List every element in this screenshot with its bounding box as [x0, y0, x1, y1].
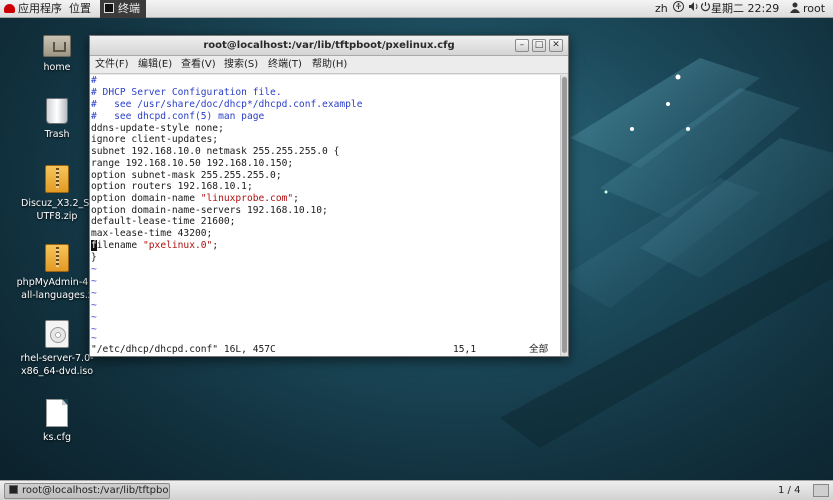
menu-edit[interactable]: 编辑(E)	[138, 56, 172, 74]
desktop-icon-label-line2: UTF8.zip	[36, 211, 78, 222]
applications-menu[interactable]: 应用程序	[4, 0, 62, 18]
code-line: subnet 192.168.10.0 netmask 255.255.255.…	[91, 146, 340, 157]
text-cursor: f	[91, 240, 97, 251]
code-line: option domain-name "linuxprobe.com";	[91, 193, 299, 204]
text-file-icon	[46, 399, 68, 427]
desktop-icon-label-line1: rhel-server-7.0-	[20, 353, 94, 364]
empty-line-marker: ~	[91, 276, 97, 287]
code-line: # DHCP Server Configuration file.	[91, 87, 282, 98]
user-icon	[790, 2, 800, 13]
code-line: # see dhcpd.conf(5) man page	[91, 111, 265, 122]
desktop-icon-label-line1: phpMyAdmin-4.7	[16, 277, 98, 288]
terminal-menubar: 文件(F) 编辑(E) 查看(V) 搜索(S) 终端(T) 帮助(H)	[90, 56, 568, 74]
desktop-icon-discuz-zip[interactable]: Discuz_X3.2_S( UTF8.zip	[13, 165, 101, 223]
menu-search[interactable]: 搜索(S)	[224, 56, 258, 74]
terminal-window: root@localhost:/var/lib/tftpboot/pxelinu…	[89, 35, 569, 357]
volume-icon[interactable]	[688, 0, 700, 18]
zip-archive-icon	[45, 244, 69, 272]
code-line-cursor: filename "pxelinux.0";	[91, 240, 219, 251]
desktop-icon-home[interactable]: home	[13, 35, 101, 74]
terminal-icon	[9, 485, 18, 494]
desktop-icon-label: home	[43, 62, 71, 73]
taskbar-window-button[interactable]: root@localhost:/var/lib/tftpboo...	[4, 483, 170, 499]
redhat-icon	[4, 4, 15, 13]
window-titlebar[interactable]: root@localhost:/var/lib/tftpboot/pxelinu…	[90, 36, 568, 56]
code-line: max-lease-time 43200;	[91, 228, 213, 239]
disc-image-icon	[45, 320, 69, 348]
menu-view[interactable]: 查看(V)	[181, 56, 216, 74]
clock-label: 星期二 22:29	[711, 2, 780, 15]
active-app-label: 终端	[118, 2, 140, 15]
desktop-icon-label-line1: Discuz_X3.2_S(	[21, 198, 93, 209]
user-menu[interactable]: root	[790, 0, 825, 18]
menu-file[interactable]: 文件(F)	[95, 56, 129, 74]
desktop-icon-label: Trash	[44, 129, 70, 140]
places-label: 位置	[69, 2, 91, 15]
vim-status-line: "/etc/dhcp/dhcpd.conf" 16L, 457C 15,1 全部	[91, 344, 559, 356]
code-line: default-lease-time 21600;	[91, 216, 236, 227]
top-panel: 应用程序 位置 终端 zh 星期二 22:29 root	[0, 0, 833, 18]
window-title: root@localhost:/var/lib/tftpboot/pxelinu…	[203, 40, 455, 51]
empty-line-marker: ~	[91, 300, 97, 311]
desktop-icon-phpmyadmin-zip[interactable]: phpMyAdmin-4.7 all-languages.z	[13, 244, 101, 302]
places-menu[interactable]: 位置	[69, 0, 91, 18]
code-line: ignore client-updates;	[91, 134, 219, 145]
bottom-panel: root@localhost:/var/lib/tftpboo... 1 / 4	[0, 480, 833, 500]
desktop-icon-rhel-iso[interactable]: rhel-server-7.0- x86_64-dvd.iso	[13, 320, 101, 378]
menu-terminal[interactable]: 终端(T)	[268, 56, 302, 74]
menu-help[interactable]: 帮助(H)	[312, 56, 347, 74]
input-method-label: zh	[655, 2, 668, 15]
accessibility-icon[interactable]	[673, 0, 684, 18]
terminal-icon	[104, 3, 114, 13]
workspace-switcher[interactable]	[813, 484, 829, 497]
empty-line-marker: ~	[91, 288, 97, 299]
maximize-button[interactable]: □	[532, 39, 546, 52]
terminal-text-area[interactable]: # # DHCP Server Configuration file. # se…	[90, 75, 560, 356]
minimize-button[interactable]: –	[515, 39, 529, 52]
desktop-icon-label: ks.cfg	[42, 432, 72, 443]
workspace-indicator[interactable]: 1 / 4	[778, 481, 800, 500]
folder-icon	[43, 35, 71, 57]
trash-icon	[46, 98, 68, 124]
scrollbar-thumb[interactable]	[562, 77, 567, 353]
input-method-indicator[interactable]: zh	[655, 0, 668, 18]
clock[interactable]: 星期二 22:29	[711, 0, 779, 18]
desktop-icon-label-line2: x86_64-dvd.iso	[20, 366, 94, 377]
desktop-icon-label-line2: all-languages.z	[21, 290, 93, 301]
active-app-menu[interactable]: 终端	[100, 0, 146, 18]
desktop-icon-ks-cfg[interactable]: ks.cfg	[13, 399, 101, 444]
empty-line-marker: ~	[91, 312, 97, 323]
status-cursor-position: 15,1	[453, 344, 477, 355]
status-scroll-indicator: 全部	[529, 344, 549, 355]
taskbar-window-label: root@localhost:/var/lib/tftpboo...	[22, 485, 170, 496]
empty-line-marker: ~	[91, 264, 97, 275]
close-button[interactable]: ✕	[549, 39, 563, 52]
power-icon[interactable]	[700, 0, 711, 18]
status-file-info: "/etc/dhcp/dhcpd.conf" 16L, 457C	[91, 344, 276, 355]
code-line: }	[91, 252, 97, 263]
code-line: range 192.168.10.50 192.168.10.150;	[91, 158, 294, 169]
user-label: root	[803, 2, 826, 15]
code-line: # see /usr/share/doc/dhcp*/dhcpd.conf.ex…	[91, 99, 363, 110]
applications-label: 应用程序	[18, 2, 62, 15]
code-line: #	[91, 75, 97, 86]
vertical-scrollbar[interactable]	[560, 75, 568, 356]
code-line: option routers 192.168.10.1;	[91, 181, 253, 192]
zip-archive-icon	[45, 165, 69, 193]
desktop-icon-trash[interactable]: Trash	[13, 98, 101, 141]
